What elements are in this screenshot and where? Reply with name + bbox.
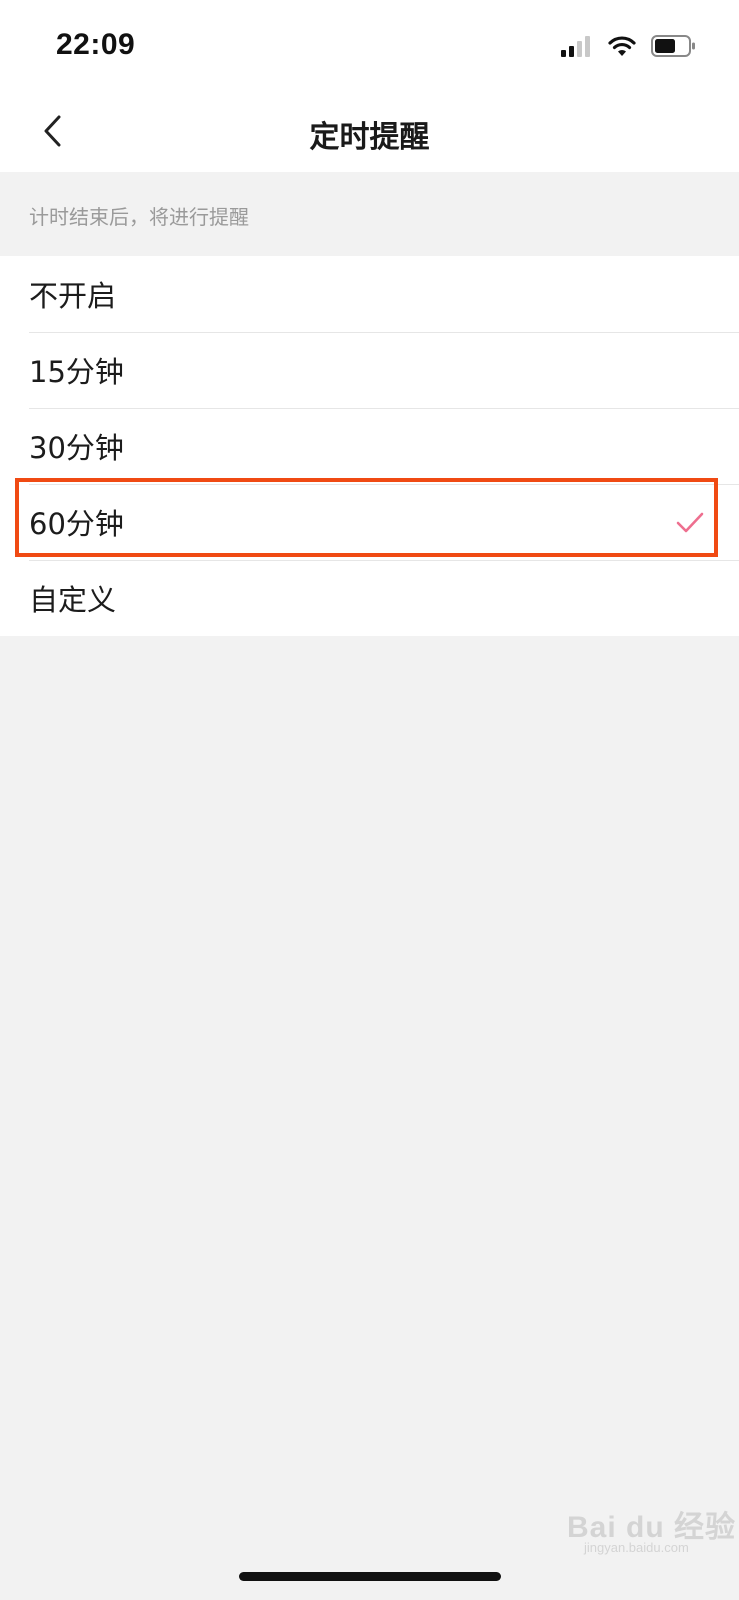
status-time: 22:09 [56, 28, 136, 61]
status-bar: 22:09 [0, 0, 739, 90]
status-icons [561, 32, 697, 60]
option-60-min[interactable]: 60分钟 [0, 484, 739, 560]
signal-icon [561, 36, 590, 57]
home-indicator[interactable] [239, 1572, 501, 1581]
option-label: 30分钟 [29, 431, 124, 465]
nav-bar: 定时提醒 [0, 90, 739, 172]
watermark-url: jingyan.baidu.com [584, 1540, 689, 1555]
reminder-options-list: 不开启 15分钟 30分钟 60分钟 自定义 [0, 256, 739, 636]
section-hint: 计时结束后，将进行提醒 [0, 172, 739, 256]
page-title: 定时提醒 [309, 120, 430, 155]
option-30-min[interactable]: 30分钟 [0, 408, 739, 484]
option-custom[interactable]: 自定义 [0, 560, 739, 636]
hint-text: 计时结束后，将进行提醒 [29, 205, 249, 229]
option-off[interactable]: 不开启 [0, 256, 739, 332]
wifi-icon [608, 36, 636, 56]
option-label: 不开启 [29, 279, 117, 313]
checkmark-icon [676, 512, 704, 533]
option-label: 自定义 [29, 583, 117, 617]
option-label: 60分钟 [29, 507, 124, 541]
option-label: 15分钟 [29, 355, 124, 389]
option-15-min[interactable]: 15分钟 [0, 332, 739, 408]
battery-icon [651, 35, 695, 57]
